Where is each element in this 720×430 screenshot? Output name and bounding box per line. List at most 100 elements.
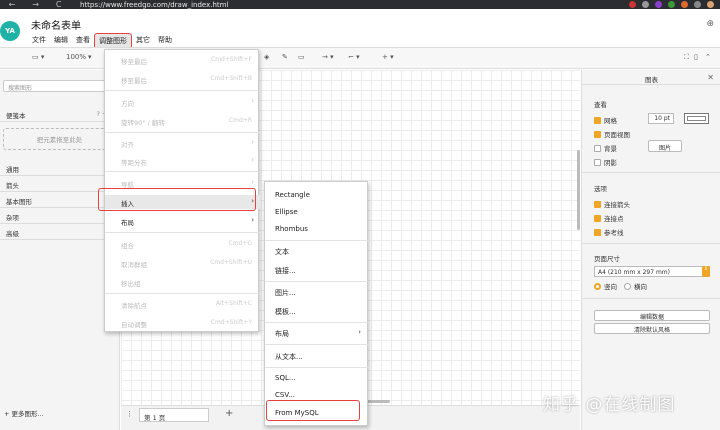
insert-sql[interactable]: SQL... — [265, 371, 369, 385]
waypoint-icon[interactable]: ⌐ ▾ — [348, 53, 360, 61]
zoom-select[interactable]: 100% — [66, 53, 86, 61]
insert-link[interactable]: 链接... — [265, 263, 369, 277]
line-color-icon[interactable]: ✎ — [282, 53, 288, 61]
collapse-icon[interactable]: ⌃ — [705, 53, 711, 61]
shadow-toggle[interactable]: 阴影 — [594, 157, 617, 167]
app-logo: YA — [0, 21, 20, 41]
connect-arrows-toggle[interactable]: 连接箭头 — [594, 199, 630, 209]
page-tab[interactable]: 第 1 页 — [139, 408, 209, 422]
page-layout-icon[interactable]: ▭ ▾ — [32, 53, 44, 61]
insert-layout[interactable]: 布局 › — [265, 326, 369, 340]
section-general[interactable]: 通用 — [0, 160, 120, 176]
menu-item-label: 移至最后 — [121, 58, 147, 66]
fullscreen-icon[interactable]: ⛶ — [684, 53, 689, 62]
scratchpad-header[interactable]: 便笺本 ? + ✎ — [0, 106, 120, 122]
orientation-options: 竖向 横向 — [594, 281, 647, 291]
insert-ellipse[interactable]: Ellipse — [265, 205, 369, 219]
mysql-highlight-box — [266, 400, 360, 421]
back-icon[interactable]: ← — [9, 0, 16, 9]
menu-separator — [105, 90, 260, 91]
format-panel-icon[interactable]: ▯ — [694, 53, 698, 61]
globe-icon[interactable]: ⊕ — [706, 19, 714, 29]
chevron-down-icon[interactable]: ▾ — [88, 53, 92, 61]
grid-toggle[interactable]: 网格 — [594, 115, 617, 125]
forward-icon[interactable]: → — [32, 0, 39, 9]
format-panel: 图表 ✕ 查看 网格 10 pt 页面视图 背景 图片 阴影 选项 连接箭头 连… — [581, 70, 720, 430]
portrait-label: 竖向 — [604, 283, 617, 291]
insert-plus-icon[interactable]: + ▾ — [382, 53, 394, 61]
insert-submenu: Rectangle Ellipse Rhombus 文本 链接... 图片...… — [264, 181, 369, 426]
extension-icon[interactable] — [629, 1, 636, 8]
chevron-right-icon: › — [251, 138, 254, 146]
menu-item-label: 方向 — [121, 100, 134, 108]
grid-size-input[interactable]: 10 pt — [648, 113, 674, 124]
more-shapes-button[interactable]: + 更多图形... — [4, 408, 44, 418]
connection-points-checkbox[interactable] — [594, 214, 601, 222]
menu-item-label: 移出组 — [121, 280, 141, 288]
grid-color-swatch[interactable] — [684, 113, 709, 124]
menu-separator — [105, 132, 260, 133]
shortcut-label: Cmd+G — [228, 240, 252, 247]
insert-image[interactable]: 图片... — [265, 285, 369, 299]
guides-checkbox[interactable] — [594, 228, 601, 236]
menu-separator — [105, 232, 260, 233]
pages-menu-icon[interactable]: ⋮ — [126, 410, 133, 418]
chevron-down-icon[interactable]: ⇕ — [702, 266, 710, 277]
section-advanced[interactable]: 高级 — [0, 224, 120, 240]
address-bar[interactable]: https://www.freedgo.com/draw_index.html — [80, 1, 228, 9]
vertical-scrollbar[interactable] — [577, 150, 580, 230]
shortcut-label: Cmd+Shift+U — [210, 259, 252, 266]
insert-text[interactable]: 文本 — [265, 244, 369, 258]
landscape-radio[interactable] — [624, 282, 631, 290]
browser-toolbar: ← → C https://www.freedgo.com/draw_index… — [0, 0, 720, 9]
insert-template[interactable]: 模板... — [265, 304, 369, 318]
divider — [582, 243, 720, 244]
shortcut-label: Cmd+Shift+F — [211, 56, 252, 63]
profile-avatar-icon[interactable] — [707, 1, 714, 8]
reload-icon[interactable]: C — [56, 0, 62, 9]
landscape-label: 横向 — [634, 283, 647, 291]
extension-icon[interactable] — [655, 1, 662, 8]
insert-from-text[interactable]: 从文本... — [265, 349, 369, 363]
connection-icon[interactable]: → ▾ — [322, 53, 334, 61]
grid-label: 网格 — [604, 117, 617, 125]
close-icon[interactable]: ✕ — [707, 73, 714, 82]
background-checkbox[interactable] — [594, 144, 601, 152]
insert-rectangle[interactable]: Rectangle — [265, 188, 369, 202]
extension-icon[interactable] — [681, 1, 688, 8]
insert-rhombus[interactable]: Rhombus — [265, 222, 369, 236]
portrait-radio[interactable] — [594, 282, 601, 290]
shadow-checkbox[interactable] — [594, 158, 601, 166]
divider — [582, 172, 720, 173]
menu-item-clear-waypoints: 清除航点 Alt+Shift+C — [105, 297, 260, 311]
menu-separator — [105, 293, 260, 294]
search-shapes-input[interactable]: 搜索图形 — [3, 80, 116, 92]
page-size-select[interactable]: A4 (210 mm x 297 mm) ⇕ — [594, 266, 710, 277]
chevron-right-icon: › — [251, 97, 254, 105]
extension-icon[interactable] — [694, 1, 701, 8]
clear-default-style-button[interactable]: 清除默认风格 — [594, 323, 710, 334]
menu-item-distribute: 等距分布 › — [105, 154, 260, 168]
connect-arrows-checkbox[interactable] — [594, 200, 601, 208]
format-panel-title: 图表 — [582, 70, 720, 85]
extension-icon[interactable] — [668, 1, 675, 8]
image-button[interactable]: 图片 — [648, 140, 682, 152]
connect-arrows-label: 连接箭头 — [604, 201, 630, 209]
page-view-checkbox[interactable] — [594, 130, 601, 138]
edit-data-button[interactable]: 编辑数据 — [594, 310, 710, 321]
page-size-value: A4 (210 mm x 297 mm) — [598, 269, 670, 276]
menu-separator — [265, 322, 369, 323]
add-page-button[interactable]: + — [225, 408, 233, 419]
document-title[interactable]: 未命名表单 — [31, 17, 81, 32]
page-view-toggle[interactable]: 页面视图 — [594, 129, 630, 139]
shadow-icon[interactable]: ▭ — [298, 53, 305, 61]
fill-color-icon[interactable]: ◈ — [264, 53, 269, 61]
menu-item-label: 取消群组 — [121, 261, 147, 269]
menu-item-layout[interactable]: 布局 › — [105, 214, 260, 228]
guides-toggle[interactable]: 参考线 — [594, 227, 624, 237]
scratchpad-dropzone[interactable]: 把元素拖至此处 — [3, 128, 116, 150]
background-toggle[interactable]: 背景 — [594, 143, 617, 153]
grid-checkbox[interactable] — [594, 116, 601, 124]
connection-points-toggle[interactable]: 连接点 — [594, 213, 624, 223]
star-icon[interactable] — [642, 1, 649, 8]
